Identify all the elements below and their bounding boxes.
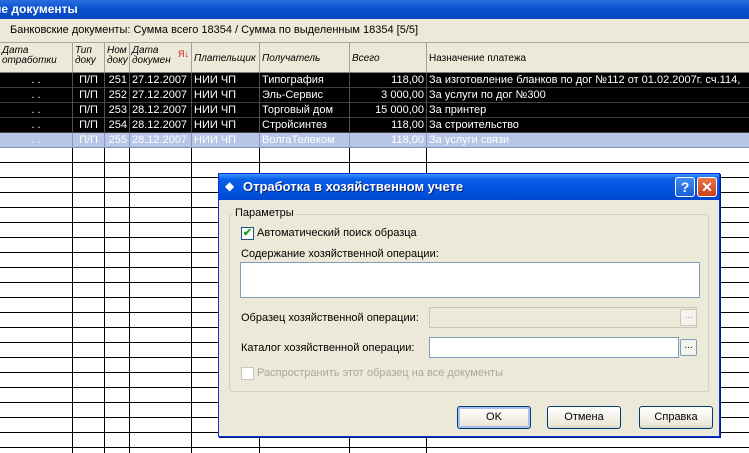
- col-header-recipient-label: Получатель: [262, 53, 321, 64]
- cell-payer: НИИ ЧП: [192, 103, 260, 118]
- cell-num: 254: [105, 118, 130, 133]
- parameters-group: [229, 214, 709, 392]
- close-icon[interactable]: ✕: [697, 177, 717, 197]
- cell-type: П/П: [73, 88, 105, 103]
- cell-date-doc: 28.12.2007: [130, 133, 192, 148]
- cell-num: 253: [105, 103, 130, 118]
- sample-browse-button: ...: [680, 309, 697, 326]
- cell-date-doc: 28.12.2007: [130, 103, 192, 118]
- summary-text: Банковские документы: Сумма всего 18354 …: [10, 24, 419, 36]
- col-header-date-doc[interactable]: Дата докумен Я↓: [130, 43, 192, 72]
- operation-dialog: ◆ Отработка в хозяйственном учете ? ✕ Па…: [218, 173, 720, 437]
- cell-total: 15 000,00: [350, 103, 427, 118]
- col-header-purpose[interactable]: Назначение платежа: [427, 43, 749, 72]
- table-row[interactable]: . . П/П 251 27.12.2007 НИИ ЧП Типография…: [0, 73, 749, 88]
- catalog-browse-button[interactable]: ...: [680, 339, 697, 356]
- cell-date-doc: 27.12.2007: [130, 88, 192, 103]
- cell-type: П/П: [73, 118, 105, 133]
- col-header-total[interactable]: Всего: [350, 43, 427, 72]
- catalog-field[interactable]: [429, 337, 679, 358]
- content-label: Содержание хозяйственной операции:: [241, 248, 439, 260]
- cell-total: 118,00: [350, 133, 427, 148]
- spread-checkbox: [241, 367, 254, 380]
- dialog-titlebar[interactable]: ◆ Отработка в хозяйственном учете ? ✕: [219, 174, 719, 200]
- cell-date-proc: . .: [0, 88, 73, 103]
- help-icon[interactable]: ?: [675, 177, 695, 197]
- help-button[interactable]: Справка: [639, 406, 713, 429]
- cell-payer: НИИ ЧП: [192, 118, 260, 133]
- grid-header: Дата отработки Тип доку Ном доку Дата до…: [0, 43, 749, 73]
- sample-label: Образец хозяйственной операции:: [241, 312, 419, 324]
- sample-field: [429, 307, 697, 328]
- grid-line: [0, 447, 749, 448]
- cell-num: 255: [105, 133, 130, 148]
- table-row[interactable]: . . П/П 253 28.12.2007 НИИ ЧП Торговый д…: [0, 103, 749, 118]
- cell-date-proc: . .: [0, 103, 73, 118]
- cell-recipient: ВолгаТелеком: [260, 133, 350, 148]
- parameters-group-label: Параметры: [233, 207, 296, 219]
- cell-payer: НИИ ЧП: [192, 88, 260, 103]
- col-header-type[interactable]: Тип доку: [73, 43, 105, 72]
- cell-purpose: За изготовление бланков по дог №112 от 0…: [429, 74, 741, 86]
- col-header-payer[interactable]: Плательщик: [192, 43, 260, 72]
- cell-type: П/П: [73, 73, 105, 88]
- summary-bar: Банковские документы: Сумма всего 18354 …: [0, 19, 749, 43]
- window-titlebar: ие документы: [0, 0, 749, 19]
- cell-total: 118,00: [350, 73, 427, 88]
- cell-date-doc: 27.12.2007: [130, 73, 192, 88]
- cell-type: П/П: [73, 103, 105, 118]
- cell-recipient: Эль-Сервис: [260, 88, 350, 103]
- cell-recipient: Стройсинтез: [260, 118, 350, 133]
- col-header-total-label: Всего: [352, 53, 380, 64]
- col-header-num[interactable]: Ном доку: [105, 43, 130, 72]
- auto-search-checkbox[interactable]: ✔: [241, 227, 254, 240]
- sort-desc-icon: Я↓: [178, 49, 189, 59]
- cell-date-doc: 28.12.2007: [130, 118, 192, 133]
- cancel-button[interactable]: Отмена: [547, 406, 621, 429]
- dialog-app-icon: ◆: [225, 179, 235, 193]
- col-header-date-doc-label: Дата докумен: [132, 45, 171, 66]
- spread-label: Распространить этот образец на все докум…: [257, 367, 503, 379]
- col-header-purpose-label: Назначение платежа: [429, 53, 527, 64]
- content-textarea[interactable]: [240, 262, 700, 298]
- cell-date-proc: . .: [0, 118, 73, 133]
- auto-search-label: Автоматический поиск образца: [257, 227, 417, 239]
- window-title: ие документы: [0, 2, 78, 16]
- col-header-date-proc[interactable]: Дата отработки: [0, 43, 73, 72]
- col-header-payer-label: Плательщик: [194, 53, 256, 64]
- cell-payer: НИИ ЧП: [192, 133, 260, 148]
- cell-type: П/П: [73, 133, 105, 148]
- cell-payer: НИИ ЧП: [192, 73, 260, 88]
- cell-purpose: За строительство: [429, 119, 519, 131]
- dialog-title: Отработка в хозяйственном учете: [243, 179, 464, 194]
- col-header-recipient[interactable]: Получатель: [260, 43, 350, 72]
- cell-purpose: За услуги связи: [429, 134, 510, 146]
- cell-num: 251: [105, 73, 130, 88]
- cell-total: 118,00: [350, 118, 427, 133]
- cell-purpose: За услуги по дог №300: [429, 89, 546, 101]
- cell-recipient: Типография: [260, 73, 350, 88]
- cell-total: 3 000,00: [350, 88, 427, 103]
- table-row[interactable]: . . П/П 255 28.12.2007 НИИ ЧП ВолгаТелек…: [0, 133, 749, 148]
- cell-num: 252: [105, 88, 130, 103]
- ok-button[interactable]: OK: [457, 406, 531, 429]
- catalog-label: Каталог хозяйственной операции:: [241, 342, 415, 354]
- grid-line: [0, 162, 749, 163]
- cell-date-proc: . .: [0, 133, 73, 148]
- cell-recipient: Торговый дом: [260, 103, 350, 118]
- cell-date-proc: . .: [0, 73, 73, 88]
- table-row[interactable]: . . П/П 254 28.12.2007 НИИ ЧП Стройсинте…: [0, 118, 749, 133]
- cell-purpose: За принтер: [429, 104, 487, 116]
- table-row[interactable]: . . П/П 252 27.12.2007 НИИ ЧП Эль-Сервис…: [0, 88, 749, 103]
